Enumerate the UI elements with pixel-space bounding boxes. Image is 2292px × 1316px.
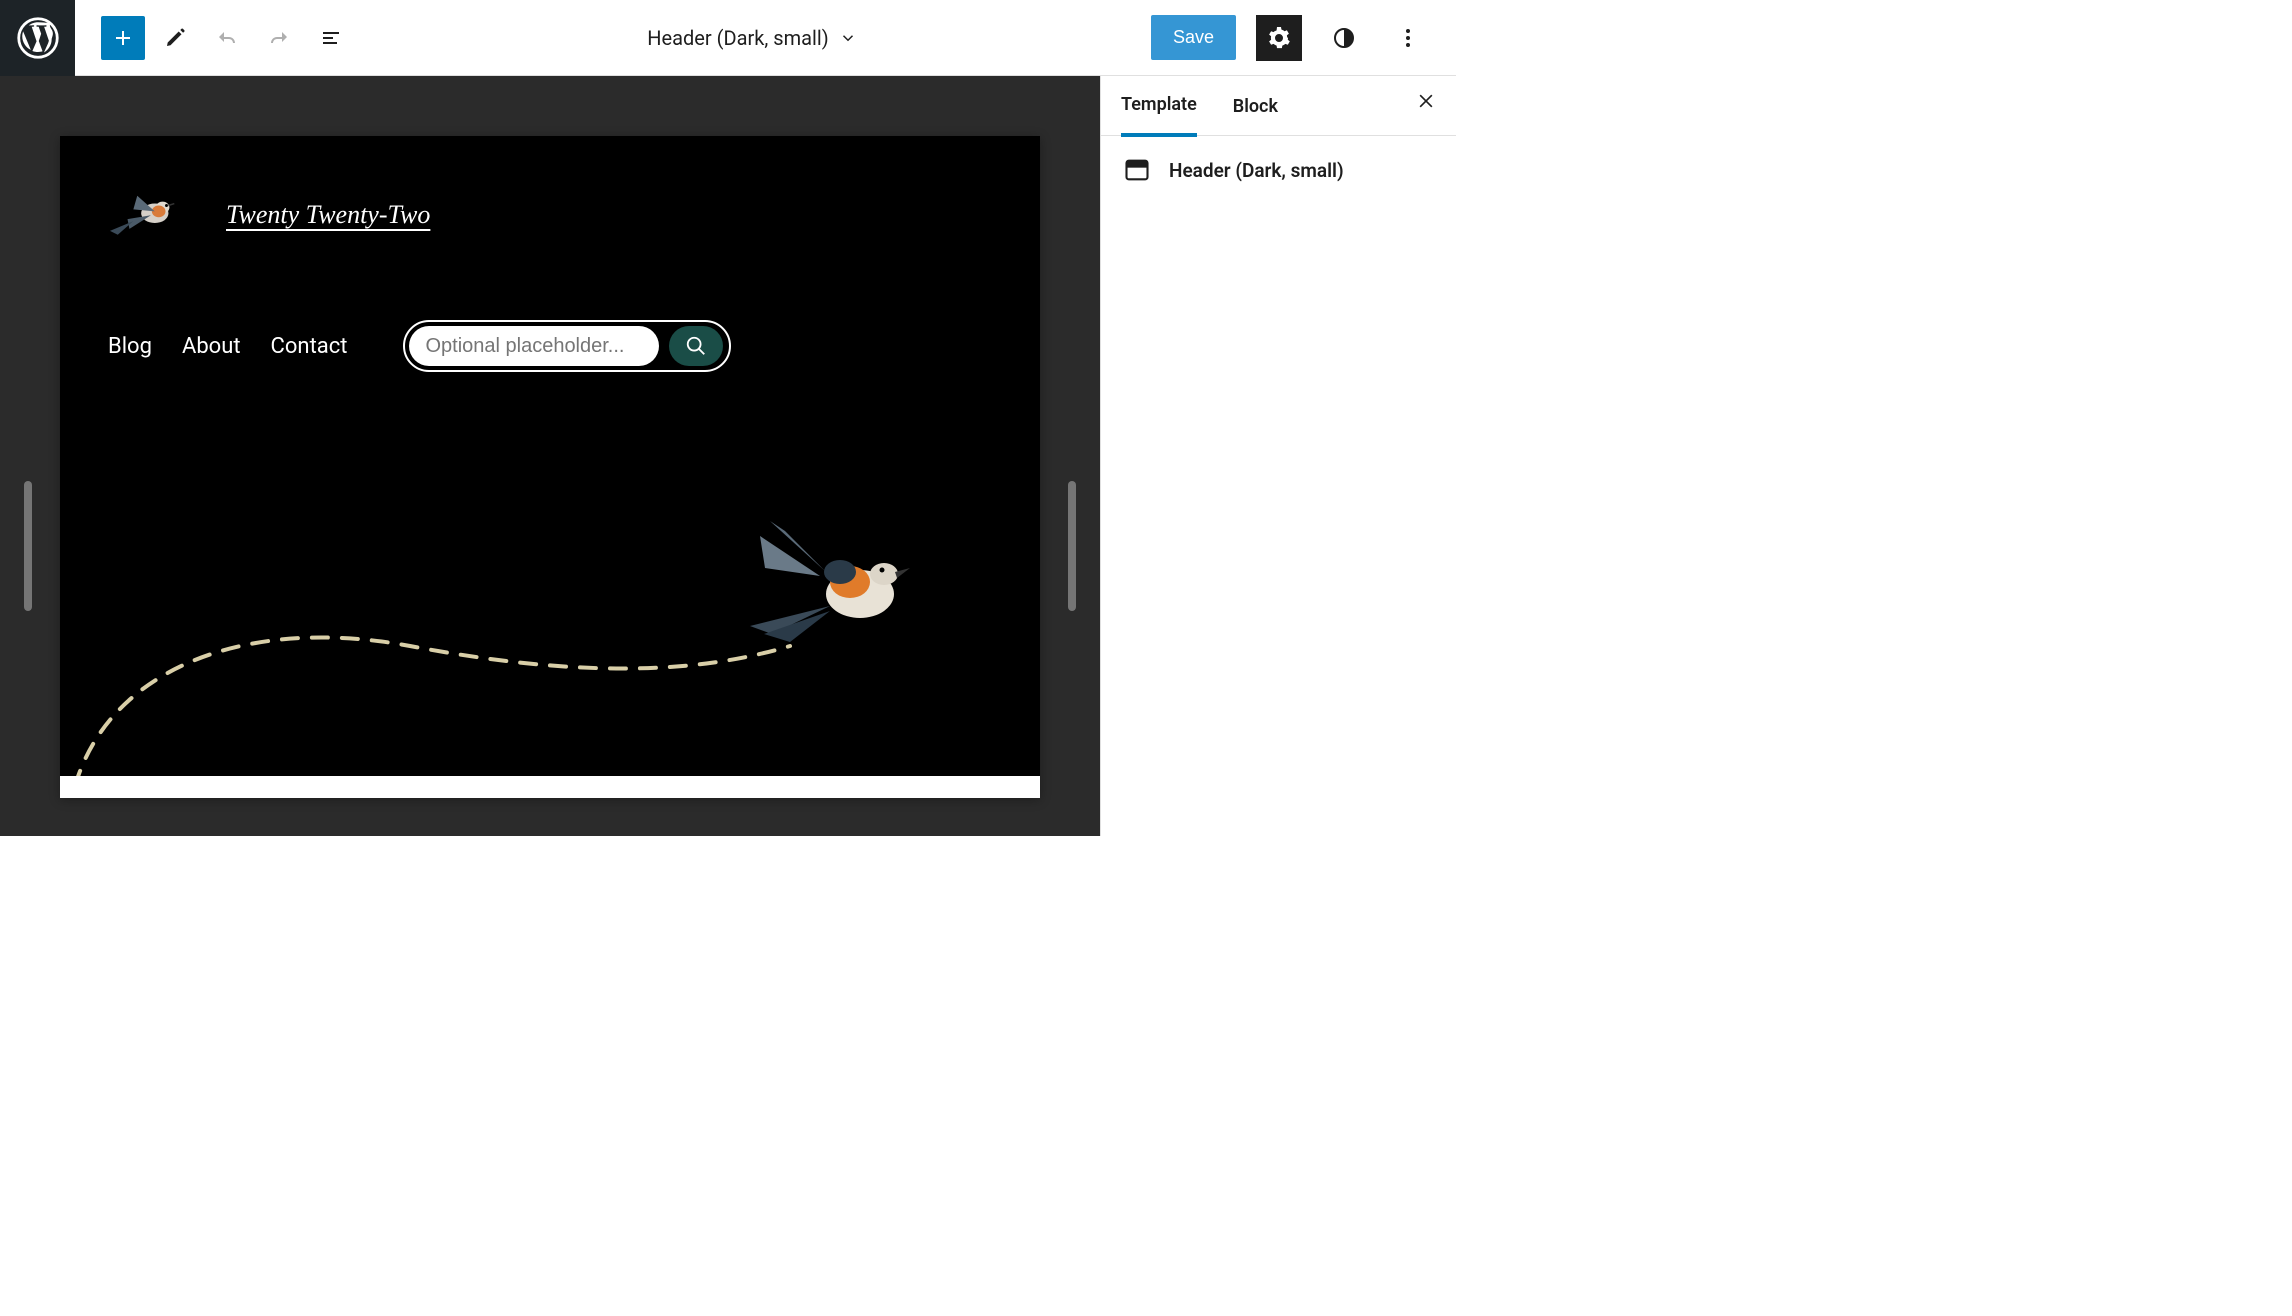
more-vertical-icon: [1396, 26, 1420, 50]
gear-icon: [1267, 26, 1291, 50]
styles-button[interactable]: [1322, 16, 1366, 60]
list-view-button[interactable]: [309, 16, 353, 60]
search-input[interactable]: [409, 326, 659, 366]
nav-link-contact[interactable]: Contact: [271, 334, 348, 359]
tab-block[interactable]: Block: [1233, 96, 1278, 135]
pencil-icon: [163, 26, 187, 50]
editor-top-bar: Header (Dark, small) Save: [0, 0, 1456, 76]
bird-small-icon: [108, 186, 186, 245]
editor-workspace: Twenty Twenty-Two Blog About Contact: [0, 76, 1456, 836]
sidebar-tabs: Template Block: [1101, 76, 1456, 136]
close-icon: [1416, 91, 1436, 111]
toolbar-right-group: Save: [1151, 15, 1456, 61]
settings-sidebar: Template Block Header (Dark, small): [1100, 76, 1456, 836]
more-options-button[interactable]: [1386, 16, 1430, 60]
close-sidebar-button[interactable]: [1416, 91, 1436, 117]
nav-link-about[interactable]: About: [182, 334, 241, 359]
settings-button[interactable]: [1256, 15, 1302, 61]
resize-handle-left[interactable]: [24, 481, 32, 611]
site-logo-image[interactable]: [108, 186, 186, 244]
save-button[interactable]: Save: [1151, 15, 1236, 60]
template-panel-row[interactable]: Header (Dark, small): [1123, 156, 1434, 184]
search-block: [403, 320, 731, 372]
undo-button[interactable]: [205, 16, 249, 60]
nav-link-blog[interactable]: Blog: [108, 334, 152, 359]
site-logo-row: Twenty Twenty-Two: [108, 186, 992, 244]
resize-handle-right[interactable]: [1068, 481, 1076, 611]
header-template-preview[interactable]: Twenty Twenty-Two Blog About Contact: [60, 136, 1040, 776]
canvas-footer-whitespace: [60, 776, 1040, 798]
editor-canvas[interactable]: Twenty Twenty-Two Blog About Contact: [60, 136, 1040, 798]
wordpress-logo-icon: [17, 17, 59, 59]
list-view-icon: [319, 26, 343, 50]
toolbar-left-group: [75, 16, 353, 60]
search-icon: [685, 335, 707, 357]
undo-icon: [215, 26, 239, 50]
canvas-area: Twenty Twenty-Two Blog About Contact: [0, 76, 1100, 836]
document-title-dropdown[interactable]: Header (Dark, small): [353, 26, 1151, 50]
tab-template[interactable]: Template: [1121, 94, 1197, 137]
document-title: Header (Dark, small): [647, 26, 828, 50]
styles-icon: [1332, 26, 1356, 50]
redo-button[interactable]: [257, 16, 301, 60]
template-panel-title: Header (Dark, small): [1169, 159, 1344, 182]
site-title-link[interactable]: Twenty Twenty-Two: [226, 200, 430, 230]
header-block-icon: [1123, 156, 1151, 184]
redo-icon: [267, 26, 291, 50]
wordpress-logo[interactable]: [0, 0, 75, 76]
plus-icon: [111, 26, 135, 50]
tools-button[interactable]: [153, 16, 197, 60]
navigation-row: Blog About Contact: [108, 320, 992, 372]
template-panel: Header (Dark, small): [1101, 136, 1456, 204]
chevron-down-icon: [839, 29, 857, 47]
search-submit-button[interactable]: [669, 326, 723, 366]
add-block-button[interactable]: [101, 16, 145, 60]
dashed-flight-path: [70, 606, 800, 776]
